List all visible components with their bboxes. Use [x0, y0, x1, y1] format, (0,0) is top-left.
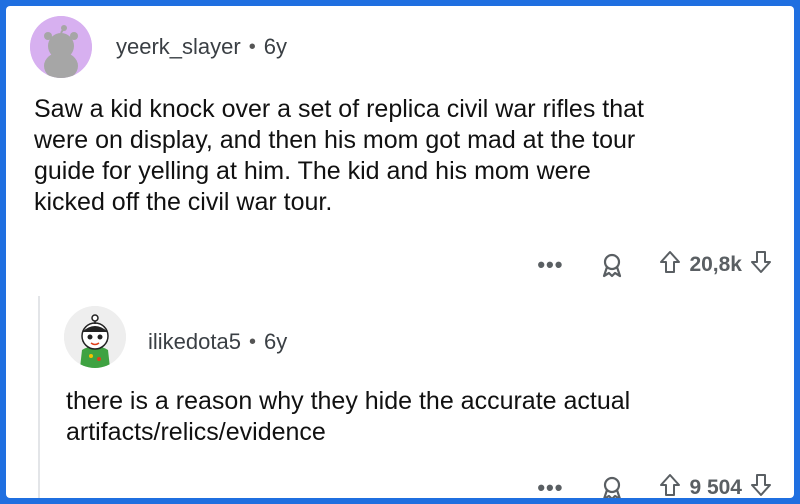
comment-age: 6y: [263, 329, 288, 354]
username[interactable]: ilikedota5: [148, 329, 241, 355]
username[interactable]: yeerk_slayer: [116, 34, 241, 60]
comment-line: Saw a kid knock over a set of replica ci…: [34, 95, 644, 123]
upvote-arrow-icon[interactable]: [659, 473, 681, 498]
comment-line: there is a reason why they hide the accu…: [66, 387, 631, 415]
thread-line[interactable]: [38, 296, 40, 498]
downvote-arrow-icon[interactable]: [750, 250, 772, 280]
vote-controls: 20,8k: [659, 250, 772, 280]
comment-body: Saw a kid knock over a set of replica ci…: [34, 94, 774, 218]
comment: yeerk_slayer • 6y Saw a kid knock over a…: [6, 6, 794, 296]
award-icon[interactable]: [599, 475, 625, 498]
upvote-arrow-icon[interactable]: [659, 250, 681, 280]
comment-meta: yeerk_slayer • 6y: [116, 34, 287, 60]
more-options-icon[interactable]: •••: [537, 477, 563, 499]
comment-actions: ••• 20,8k: [537, 250, 772, 280]
comment-thread: yeerk_slayer • 6y Saw a kid knock over a…: [6, 6, 794, 498]
award-icon[interactable]: [599, 252, 625, 278]
vote-score: 20,8k: [689, 253, 742, 276]
comment-line: kicked off the civil war tour.: [34, 188, 333, 216]
comment-line: were on display, and then his mom got ma…: [34, 126, 636, 154]
comment-age: 6y: [263, 34, 287, 59]
comment-body: there is a reason why they hide the accu…: [66, 386, 766, 448]
more-options-icon[interactable]: •••: [537, 254, 563, 276]
downvote-arrow-icon[interactable]: [750, 473, 772, 498]
separator-dot: •: [248, 330, 256, 353]
snoo-avatar-icon: [30, 16, 92, 78]
vote-score: 9 504: [689, 476, 742, 498]
comment-actions: ••• 9 504: [537, 473, 772, 498]
comment-line: guide for yelling at him. The kid and hi…: [34, 157, 591, 185]
comment-line: artifacts/relics/evidence: [66, 418, 326, 446]
reply-comment: ilikedota5 • 6y there is a reason why th…: [6, 296, 794, 498]
avatar[interactable]: [64, 306, 126, 368]
vote-controls: 9 504: [659, 473, 772, 498]
separator-dot: •: [248, 35, 256, 58]
comment-meta: ilikedota5 • 6y: [148, 329, 287, 355]
avatar[interactable]: [30, 16, 92, 78]
snoo-avatar-icon: [64, 306, 126, 368]
